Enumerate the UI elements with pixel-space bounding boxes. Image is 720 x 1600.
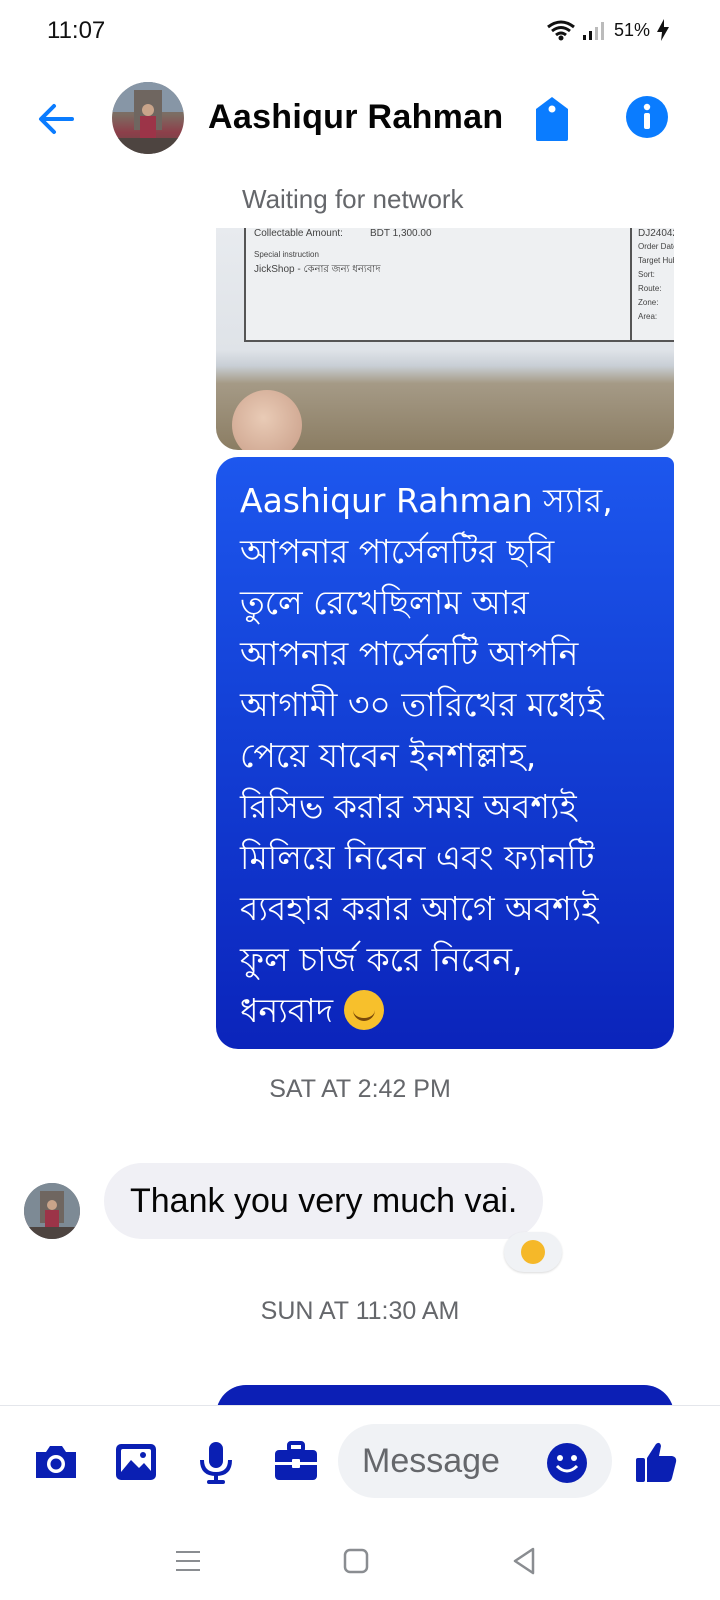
status-icons: 51% xyxy=(546,19,670,41)
photo-attachment[interactable]: Collectable Amount: BDT 1,300.00 Special… xyxy=(216,228,674,450)
back-nav-icon[interactable] xyxy=(506,1543,542,1579)
timestamp: SUN AT 11:30 AM xyxy=(260,1297,460,1325)
label-special: Special instruction xyxy=(254,250,319,259)
avatar-photo-icon xyxy=(24,1183,80,1239)
tag-icon[interactable] xyxy=(530,95,574,143)
label-field: Zone: xyxy=(638,298,659,307)
back-arrow-icon[interactable] xyxy=(34,97,78,141)
status-bar: 11:07 51% xyxy=(0,0,720,64)
chat-header: Aashiqur Rahman xyxy=(0,70,720,170)
label-field: Area: xyxy=(638,312,658,321)
menu-icon[interactable] xyxy=(170,1543,206,1579)
emoji-icon[interactable] xyxy=(546,1442,588,1484)
network-status: Waiting for network xyxy=(242,184,464,214)
microphone-icon[interactable] xyxy=(192,1438,240,1486)
contact-avatar[interactable] xyxy=(112,82,184,154)
outgoing-message-text: Aashiqur Rahman স্যার, আপনার পার্সেলটির … xyxy=(240,481,613,1030)
signal-icon xyxy=(582,22,604,40)
label-field: Route: xyxy=(638,284,662,293)
label-shop: JickShop - কেনার জন্য ধন্যবাদ xyxy=(254,264,381,275)
camera-icon[interactable] xyxy=(32,1438,80,1486)
briefcase-icon[interactable] xyxy=(272,1438,320,1486)
wifi-icon xyxy=(547,20,575,41)
label-field: Sort: xyxy=(638,270,655,279)
smiling-emoji-icon xyxy=(343,990,384,1030)
composer-bar xyxy=(0,1405,720,1516)
label-collectable: Collectable Amount: xyxy=(254,228,343,239)
label-divider xyxy=(630,228,632,340)
incoming-message-bubble[interactable]: Thank you very much vai. xyxy=(104,1163,544,1239)
outgoing-message-bubble[interactable]: Aashiqur Rahman স্যার, আপনার পার্সেলটির … xyxy=(216,457,674,1049)
message-reaction[interactable] xyxy=(504,1232,562,1272)
gallery-icon[interactable] xyxy=(112,1438,160,1486)
info-icon[interactable] xyxy=(624,94,670,140)
timestamp: SAT AT 2:42 PM xyxy=(269,1075,451,1103)
label-amount: BDT 1,300.00 xyxy=(370,228,432,239)
home-icon[interactable] xyxy=(338,1543,374,1579)
status-time: 11:07 xyxy=(47,17,106,44)
label-field: Order Date xyxy=(638,242,674,251)
contact-name[interactable]: Aashiqur Rahman xyxy=(208,98,503,137)
charging-icon xyxy=(657,19,669,41)
label-code: DJ24042 xyxy=(638,228,674,239)
system-nav-bar xyxy=(0,1515,720,1600)
avatar-photo-icon xyxy=(112,82,184,154)
smiling-face-with-hearts-icon xyxy=(521,1240,545,1264)
label-field: Target Hub xyxy=(638,256,674,265)
parcel-label: Collectable Amount: BDT 1,300.00 Special… xyxy=(244,228,674,342)
thumb-in-photo xyxy=(232,390,302,450)
like-icon[interactable] xyxy=(632,1438,680,1486)
battery-percent: 51% xyxy=(613,19,650,40)
sender-avatar[interactable] xyxy=(24,1183,80,1239)
